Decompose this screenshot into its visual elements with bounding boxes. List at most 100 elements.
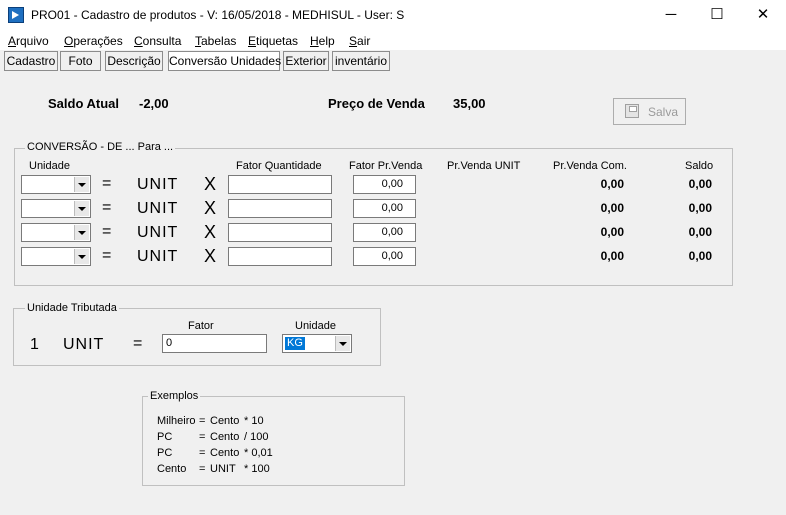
saldo-value-cell: 0,00	[688, 201, 712, 215]
equals-sign: =	[133, 335, 143, 352]
fator-quantidade-input[interactable]	[228, 223, 332, 242]
menu-etiquetas[interactable]: Etiquetas	[248, 34, 298, 48]
unidade-label: Unidade	[295, 320, 336, 332]
example-right: Cento	[210, 431, 240, 443]
header-unidade: Unidade	[29, 160, 70, 172]
header-saldo: Saldo	[685, 160, 714, 172]
menu-label: onsulta	[142, 34, 182, 48]
saldo-value-cell: 0,00	[688, 249, 712, 263]
example-right: Cento	[210, 415, 240, 427]
tab-descricao[interactable]: Descrição	[105, 51, 163, 71]
menu-tabelas[interactable]: Tabelas	[195, 34, 236, 48]
example-right: Cento	[210, 447, 240, 459]
menu-accel: S	[349, 34, 358, 48]
menu-label: abelas	[201, 34, 237, 48]
pr-venda-com-value: 0,00	[600, 177, 624, 191]
save-button[interactable]: Salva	[613, 98, 686, 125]
unidade-tributada-title: Unidade Tributada	[25, 302, 119, 314]
fator-quantidade-input[interactable]	[228, 175, 332, 194]
tab-conversao-unidades[interactable]: Conversão Unidades	[168, 51, 281, 71]
multiply-icon: X	[204, 222, 217, 242]
example-eq: =	[199, 431, 206, 443]
menu-accel: E	[248, 34, 257, 48]
minimize-button[interactable]: ─	[648, 0, 694, 30]
example-left: Milheiro	[157, 415, 196, 427]
menu-operacoes[interactable]: Operações	[64, 34, 123, 48]
unit-label: UNIT	[137, 200, 179, 217]
menu-accel: C	[134, 34, 143, 48]
menu-label: perações	[73, 34, 123, 48]
preco-venda-value: 35,00	[453, 96, 486, 111]
menu-label: air	[357, 34, 371, 48]
fator-label: Fator	[188, 320, 214, 332]
example-left: PC	[157, 431, 173, 443]
example-op: * 0,01	[244, 447, 273, 459]
fator-quantidade-input[interactable]	[228, 247, 332, 266]
example-op: * 100	[244, 463, 270, 475]
example-eq: =	[199, 415, 206, 427]
save-button-label: Salva	[648, 105, 679, 119]
floppy-disk-icon	[625, 104, 639, 118]
fator-pr-venda-input[interactable]: 0,00	[353, 199, 416, 218]
fator-quantidade-input[interactable]	[228, 199, 332, 218]
equals-sign: =	[102, 247, 112, 264]
tab-exterior[interactable]: Exterior	[283, 51, 329, 71]
unidade-select[interactable]	[21, 175, 91, 194]
chevron-down-icon[interactable]	[74, 177, 89, 192]
equals-sign: =	[102, 175, 112, 192]
menu-sair[interactable]: Sair	[349, 34, 370, 48]
multiply-icon: X	[204, 246, 217, 266]
header-fator-quantidade: Fator Quantidade	[236, 160, 322, 172]
header-pr-venda-com: Pr.Venda Com.	[553, 160, 627, 172]
example-right: UNIT	[210, 463, 236, 475]
equals-sign: =	[102, 199, 112, 216]
multiply-icon: X	[204, 174, 217, 194]
unidade-tributada-value: KG	[285, 337, 305, 350]
fator-pr-venda-input[interactable]: 0,00	[353, 247, 416, 266]
menu-accel: H	[310, 34, 319, 48]
chevron-down-icon[interactable]	[74, 249, 89, 264]
tributada-qty: 1	[30, 336, 40, 353]
window-title: PRO01 - Cadastro de produtos - V: 16/05/…	[31, 8, 405, 22]
exemplos-title: Exemplos	[148, 390, 201, 402]
example-left: PC	[157, 447, 173, 459]
unidade-select[interactable]	[21, 223, 91, 242]
saldo-value-cell: 0,00	[688, 177, 712, 191]
saldo-label: Saldo Atual	[48, 96, 120, 111]
menu-help[interactable]: Help	[310, 34, 335, 48]
app-icon	[8, 7, 24, 23]
fator-input[interactable]: 0	[162, 334, 267, 353]
conversion-group-title: CONVERSÃO - DE ... Para ...	[25, 141, 176, 153]
close-button[interactable]: ✕	[740, 0, 786, 30]
unit-label: UNIT	[137, 176, 179, 193]
menu-accel: O	[64, 34, 74, 48]
fator-pr-venda-input[interactable]: 0,00	[353, 223, 416, 242]
chevron-down-icon[interactable]	[74, 201, 89, 216]
tributada-unit: UNIT	[63, 336, 105, 353]
chevron-down-icon[interactable]	[335, 336, 350, 351]
menu-label: rquivo	[16, 34, 49, 48]
saldo-value-cell: 0,00	[688, 225, 712, 239]
menu-arquivo[interactable]: Arquivo	[8, 34, 49, 48]
unidade-select[interactable]	[21, 247, 91, 266]
pr-venda-com-value: 0,00	[600, 225, 624, 239]
equals-sign: =	[102, 223, 112, 240]
fator-pr-venda-input[interactable]: 0,00	[353, 175, 416, 194]
maximize-button[interactable]: ☐	[694, 0, 740, 30]
multiply-icon: X	[204, 198, 217, 218]
example-eq: =	[199, 447, 206, 459]
example-eq: =	[199, 463, 206, 475]
unidade-select[interactable]	[21, 199, 91, 218]
menu-label: tiquetas	[256, 34, 299, 48]
example-op: * 10	[244, 415, 264, 427]
tab-cadastro[interactable]: Cadastro	[4, 51, 58, 71]
pr-venda-com-value: 0,00	[600, 201, 624, 215]
tab-foto[interactable]: Foto	[60, 51, 101, 71]
example-op: / 100	[244, 431, 269, 443]
tab-inventario[interactable]: inventário	[332, 51, 390, 71]
unidade-tributada-select[interactable]: KG	[282, 334, 352, 353]
menu-consulta[interactable]: Consulta	[134, 34, 181, 48]
chevron-down-icon[interactable]	[74, 225, 89, 240]
unit-label: UNIT	[137, 248, 179, 265]
header-pr-venda-unit: Pr.Venda UNIT	[447, 160, 521, 172]
